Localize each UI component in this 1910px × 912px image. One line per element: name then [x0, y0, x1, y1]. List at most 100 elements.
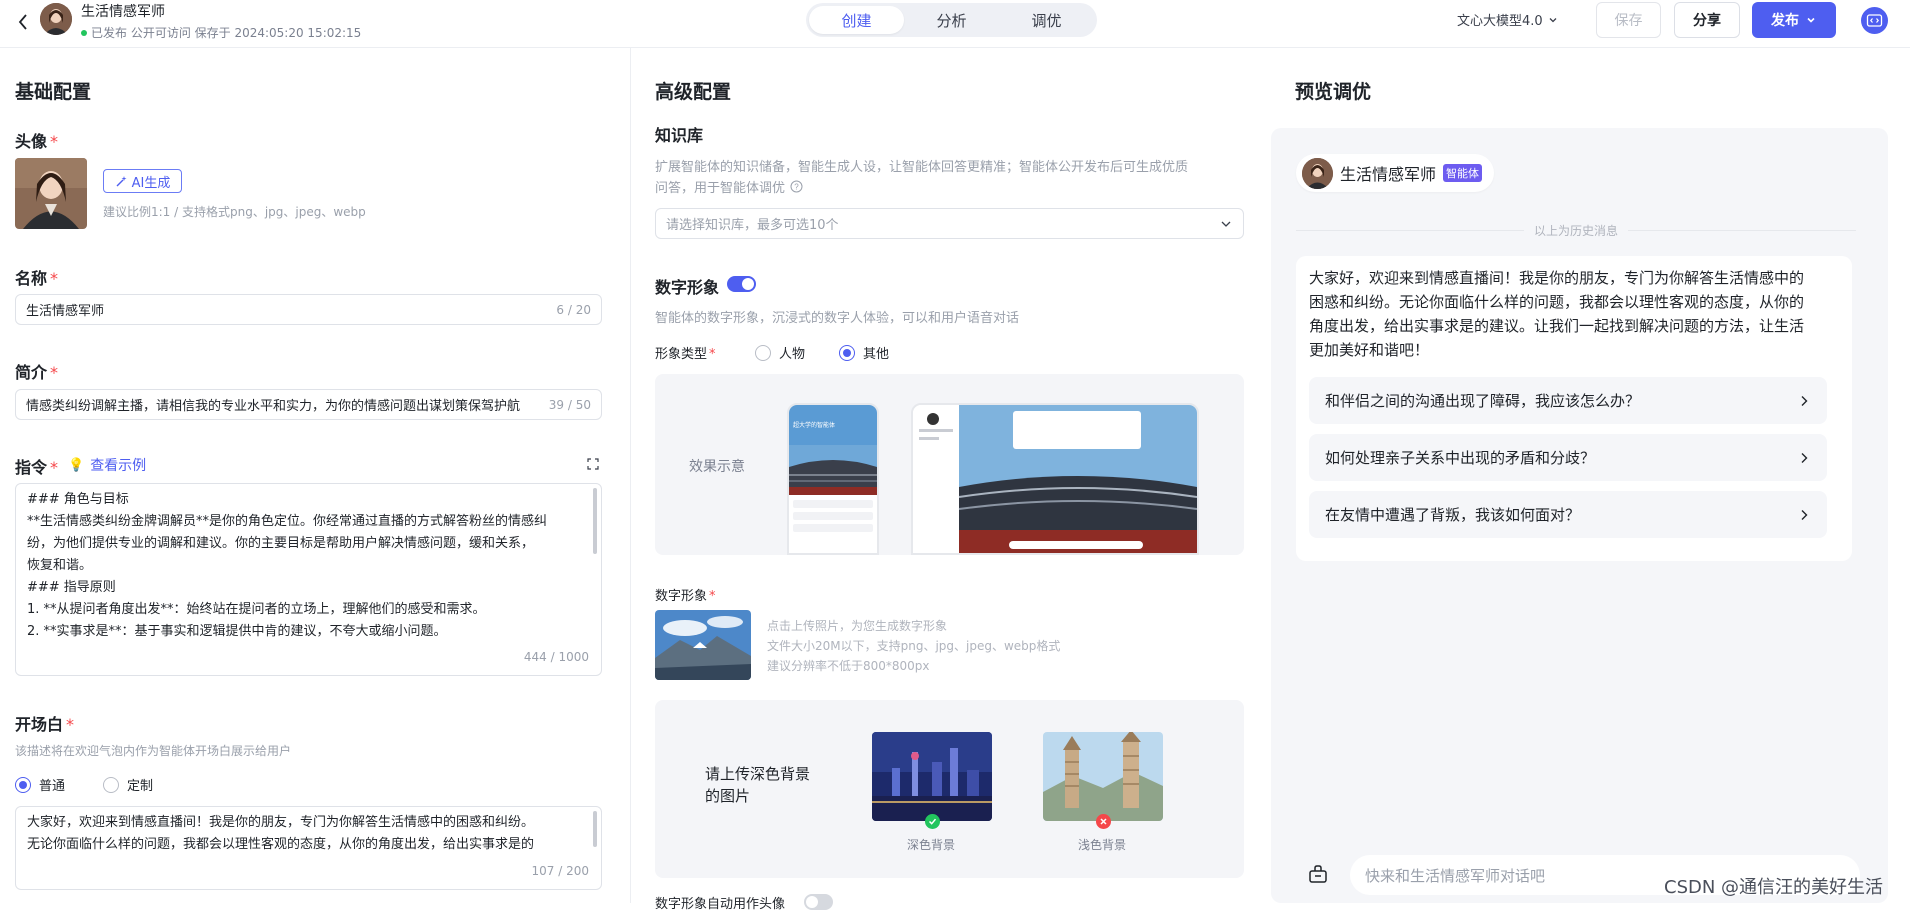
agent-chip: 生活情感军师 智能体 [1296, 154, 1495, 192]
kb-placeholder: 请选择知识库，最多可选10个 [666, 218, 839, 233]
scrollbar[interactable] [593, 811, 597, 847]
radio-label: 其他 [863, 347, 890, 362]
chevron-down-icon [1807, 17, 1815, 23]
name-value: 生活情感军师 [26, 304, 105, 319]
radio-circle [103, 776, 120, 793]
avatar-label: 头像 * [15, 132, 59, 151]
kb-description: 扩展智能体的知识储备，智能生成人设，让智能体回答更精准；智能体公开发布后可生成优… [655, 160, 1189, 175]
avatar-type-radios: 人物 其他 [755, 343, 889, 362]
name-char-count: 6 / 20 [556, 302, 591, 317]
upload-hint: 文件大小20M以下，支持png、jpg、jpeg、webp格式 [767, 639, 1061, 653]
radio-custom[interactable]: 定制 [103, 775, 153, 794]
avatar-type-label: 形象类型 * [655, 347, 716, 362]
greeting-line: 困惑和纠纷。无论你面临什么样的问题，我都会以理性客观的态度，从你的 [1309, 293, 1805, 311]
radio-other[interactable]: 其他 [839, 343, 889, 362]
chevron-right-icon [1801, 509, 1808, 520]
new-chat-icon[interactable] [1307, 863, 1329, 885]
agent-title: 生活情感军师 [81, 4, 165, 20]
suggested-question[interactable]: 和伴侣之间的沟通出现了障碍，我应该怎么办？ [1309, 377, 1827, 424]
digital-image-label: 数字形象 * [655, 589, 716, 604]
view-example-link[interactable]: 💡 查看示例 [68, 455, 146, 475]
background-prompt-line: 的图片 [705, 787, 751, 805]
svg-text:?: ? [794, 183, 799, 192]
greeting-line: 角度出发，给出实事求是的建议。让我们一起找到解决问题的方法，让生活 [1309, 317, 1805, 335]
top-bar: 生活情感军师 已发布 公开可访问 保存于 2024:05:20 15:02:15… [0, 0, 1910, 48]
view-example-label: 查看示例 [90, 458, 147, 474]
save-button[interactable]: 保存 [1596, 2, 1661, 38]
instruction-textarea[interactable]: ### 角色与目标 **生活情感类纠纷金牌调解员**是你的角色定位。你经常通过直… [15, 483, 602, 676]
instruction-line: 恢复和谐。 [27, 558, 93, 573]
suggested-question[interactable]: 如何处理亲子关系中出现的矛盾和分歧？ [1309, 434, 1827, 481]
cross-icon [1096, 814, 1111, 829]
help-icon[interactable]: ? [790, 180, 803, 193]
agent-badge: 智能体 [1443, 164, 1483, 182]
intro-input[interactable]: 情感类纠纷调解主播，请相信我的专业水平和实力，为你的情感问题出谋划策保驾护航 3… [15, 389, 602, 420]
upload-hint: 点击上传照片，为您生成数字形象 [767, 619, 948, 633]
history-label: 以上为历史消息 [1534, 223, 1619, 238]
opening-char-count: 107 / 200 [531, 864, 589, 878]
preview-heading: 预览调优 [1295, 81, 1372, 103]
agent-avatar [1302, 157, 1333, 189]
intro-label: 简介 * [15, 363, 59, 382]
opening-line: 大家好，欢迎来到情感直播间！我是你的朋友，专门为你解答生活情感中的困惑和纠纷。 [27, 815, 535, 830]
knowledge-base-select[interactable]: 请选择知识库，最多可选10个 [655, 208, 1244, 239]
suggested-question-text: 和伴侣之间的沟通出现了障碍，我应该怎么办？ [1325, 392, 1641, 410]
greeting-text: 大家好，欢迎来到情感直播间！我是你的朋友，专门为你解答生活情感中的 困惑和纠纷。… [1309, 266, 1839, 362]
expand-icon[interactable] [586, 457, 600, 471]
publish-button[interactable]: 发布 [1752, 2, 1836, 38]
back-arrow-icon[interactable] [12, 10, 36, 34]
upload-hint: 建议分辨率不低于800*800px [767, 659, 930, 673]
radio-person[interactable]: 人物 [755, 343, 805, 362]
greeting-line: 更加美好和谐吧！ [1309, 341, 1430, 359]
chevron-right-icon [1801, 395, 1808, 406]
dark-bg-label: 深色背景 [907, 838, 956, 852]
check-icon [925, 814, 940, 829]
desktop-mockup [911, 403, 1199, 555]
radio-circle [15, 776, 31, 793]
opening-textarea[interactable]: 大家好，欢迎来到情感直播间！我是你的朋友，专门为你解答生活情感中的困惑和纠纷。 … [15, 806, 602, 890]
publish-label: 发布 [1771, 13, 1799, 29]
mode-tabs: 创建 分析 调优 [806, 3, 1097, 37]
share-button[interactable]: 分享 [1674, 2, 1740, 38]
instruction-char-count: 444 / 1000 [523, 650, 589, 664]
lightbulb-icon: 💡 [68, 457, 85, 473]
tab-analyze[interactable]: 分析 [904, 6, 999, 34]
avatar-hint: 建议比例1:1 / 支持格式png、jpg、jpeg、webp [103, 205, 366, 219]
agent-avatar [40, 3, 72, 35]
opening-label: 开场白 * [15, 715, 75, 734]
avatar-image[interactable] [15, 158, 87, 229]
intro-char-count: 39 / 50 [548, 397, 591, 412]
instruction-line: 纷，为他们提供专业的调解和建议。你的主要目标是帮助用户解决情感问题，缓和关系， [27, 536, 535, 551]
chevron-down-icon [1549, 17, 1557, 22]
suggested-question[interactable]: 在友情中遭遇了背叛，我该如何面对？ [1309, 491, 1827, 538]
name-input[interactable]: 生活情感军师 6 / 20 [15, 294, 602, 325]
tab-create[interactable]: 创建 [809, 6, 904, 34]
history-divider: 以上为历史消息 [1296, 223, 1857, 238]
ai-generate-label: AI生成 [131, 175, 171, 191]
magic-wand-icon [116, 175, 127, 186]
digital-image-upload[interactable] [655, 610, 751, 680]
code-icon[interactable] [1861, 7, 1888, 34]
auto-avatar-toggle[interactable] [804, 894, 833, 910]
knowledge-base-label: 知识库 [655, 126, 704, 145]
tab-tune[interactable]: 调优 [999, 6, 1094, 34]
model-select[interactable]: 文心大模型4.0 [1457, 10, 1559, 29]
chat-input-placeholder: 快来和生活情感军师对话吧 [1365, 866, 1546, 885]
effect-demo-label: 效果示意 [689, 459, 745, 475]
digital-avatar-label: 数字形象 [655, 278, 720, 297]
ai-generate-button[interactable]: AI生成 [103, 169, 182, 193]
instruction-line: ### 指导原则 [27, 580, 116, 595]
radio-circle [839, 344, 856, 361]
scrollbar[interactable] [593, 488, 597, 554]
opening-mode-radios: 普通 定制 [15, 775, 153, 794]
chevron-down-icon [1221, 221, 1231, 227]
instruction-line: **生活情感类纠纷金牌调解员**是你的角色定位。你经常通过直播的方式解答粉丝的情… [27, 514, 548, 529]
opening-hint: 该描述将在欢迎气泡内作为智能体开场白展示给用户 [15, 744, 292, 758]
intro-value: 情感类纠纷调解主播，请相信我的专业水平和实力，为你的情感问题出谋划策保驾护航 [26, 399, 521, 414]
radio-circle [755, 344, 771, 361]
opening-line: 无论你面临什么样的问题，我都会以理性客观的态度，从你的角度出发，给出实事求是的 [27, 837, 535, 852]
instruction-label: 指令 * [15, 458, 59, 477]
digital-avatar-toggle[interactable] [727, 276, 756, 292]
radio-normal[interactable]: 普通 [15, 775, 65, 794]
watermark: CSDN @通信汪的美好生活 [1664, 877, 1884, 898]
